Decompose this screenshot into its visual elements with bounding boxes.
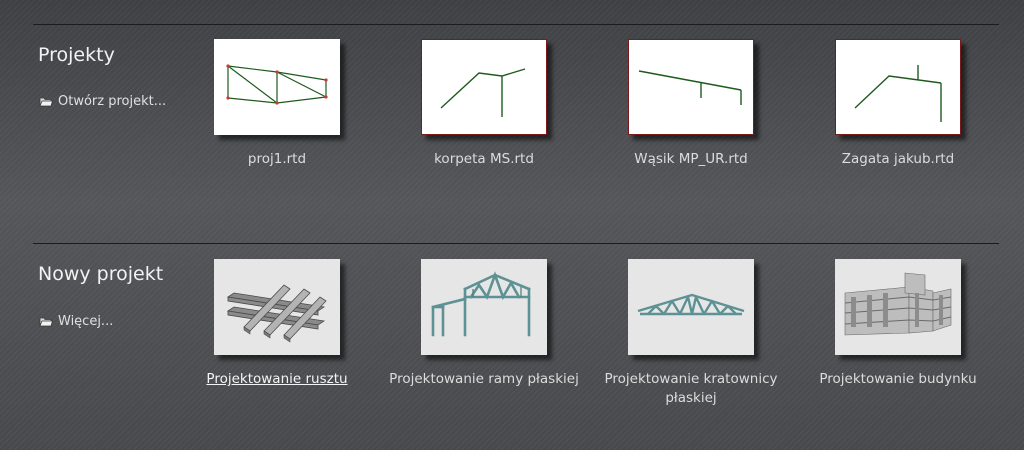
template-label: Projektowanie ramy płaskiej <box>389 371 579 387</box>
truss-frame-preview-icon <box>214 39 340 135</box>
building-icon <box>835 259 961 355</box>
more-templates-link[interactable]: Więcej... <box>39 314 113 329</box>
template-tile[interactable]: Projektowanie budynku <box>798 259 998 389</box>
recent-project-label: proj1.rtd <box>247 151 307 167</box>
recent-project-tile[interactable]: proj1.rtd <box>177 39 377 169</box>
folder-open-icon <box>39 317 53 327</box>
recent-project-tile[interactable]: Wąsik MP_UR.rtd <box>591 39 791 169</box>
frame-preview-icon <box>835 39 961 135</box>
template-label: Projektowanie kratownicy płaskiej <box>604 371 778 406</box>
new-project-divider <box>33 243 999 244</box>
projects-divider <box>33 24 999 25</box>
plane-frame-icon <box>421 259 547 355</box>
recent-project-label: Zagata jakub.rtd <box>841 151 955 167</box>
template-tile[interactable]: Projektowanie rusztu <box>177 259 377 389</box>
grillage-icon <box>214 259 340 355</box>
recent-project-label: Wąsik MP_UR.rtd <box>634 151 748 167</box>
recent-project-tile[interactable]: Zagata jakub.rtd <box>798 39 998 169</box>
template-label: Projektowanie rusztu <box>206 371 348 387</box>
recent-project-tile[interactable]: korpeta MS.rtd <box>384 39 584 169</box>
plane-truss-icon <box>628 259 754 355</box>
open-project-label: Otwórz projekt... <box>58 94 167 109</box>
recent-project-label: korpeta MS.rtd <box>434 151 534 167</box>
folder-open-icon <box>39 97 53 107</box>
more-templates-label: Więcej... <box>58 314 114 329</box>
projects-title: Projekty <box>38 44 115 66</box>
new-project-title: Nowy projekt <box>38 263 164 285</box>
template-label: Projektowanie budynku <box>819 371 977 387</box>
template-tile[interactable]: Projektowanie kratownicy płaskiej <box>591 259 791 408</box>
frame-preview-icon <box>421 39 547 135</box>
beam-preview-icon <box>628 39 754 135</box>
open-project-link[interactable]: Otwórz projekt... <box>39 94 166 109</box>
template-tile[interactable]: Projektowanie ramy płaskiej <box>384 259 584 389</box>
